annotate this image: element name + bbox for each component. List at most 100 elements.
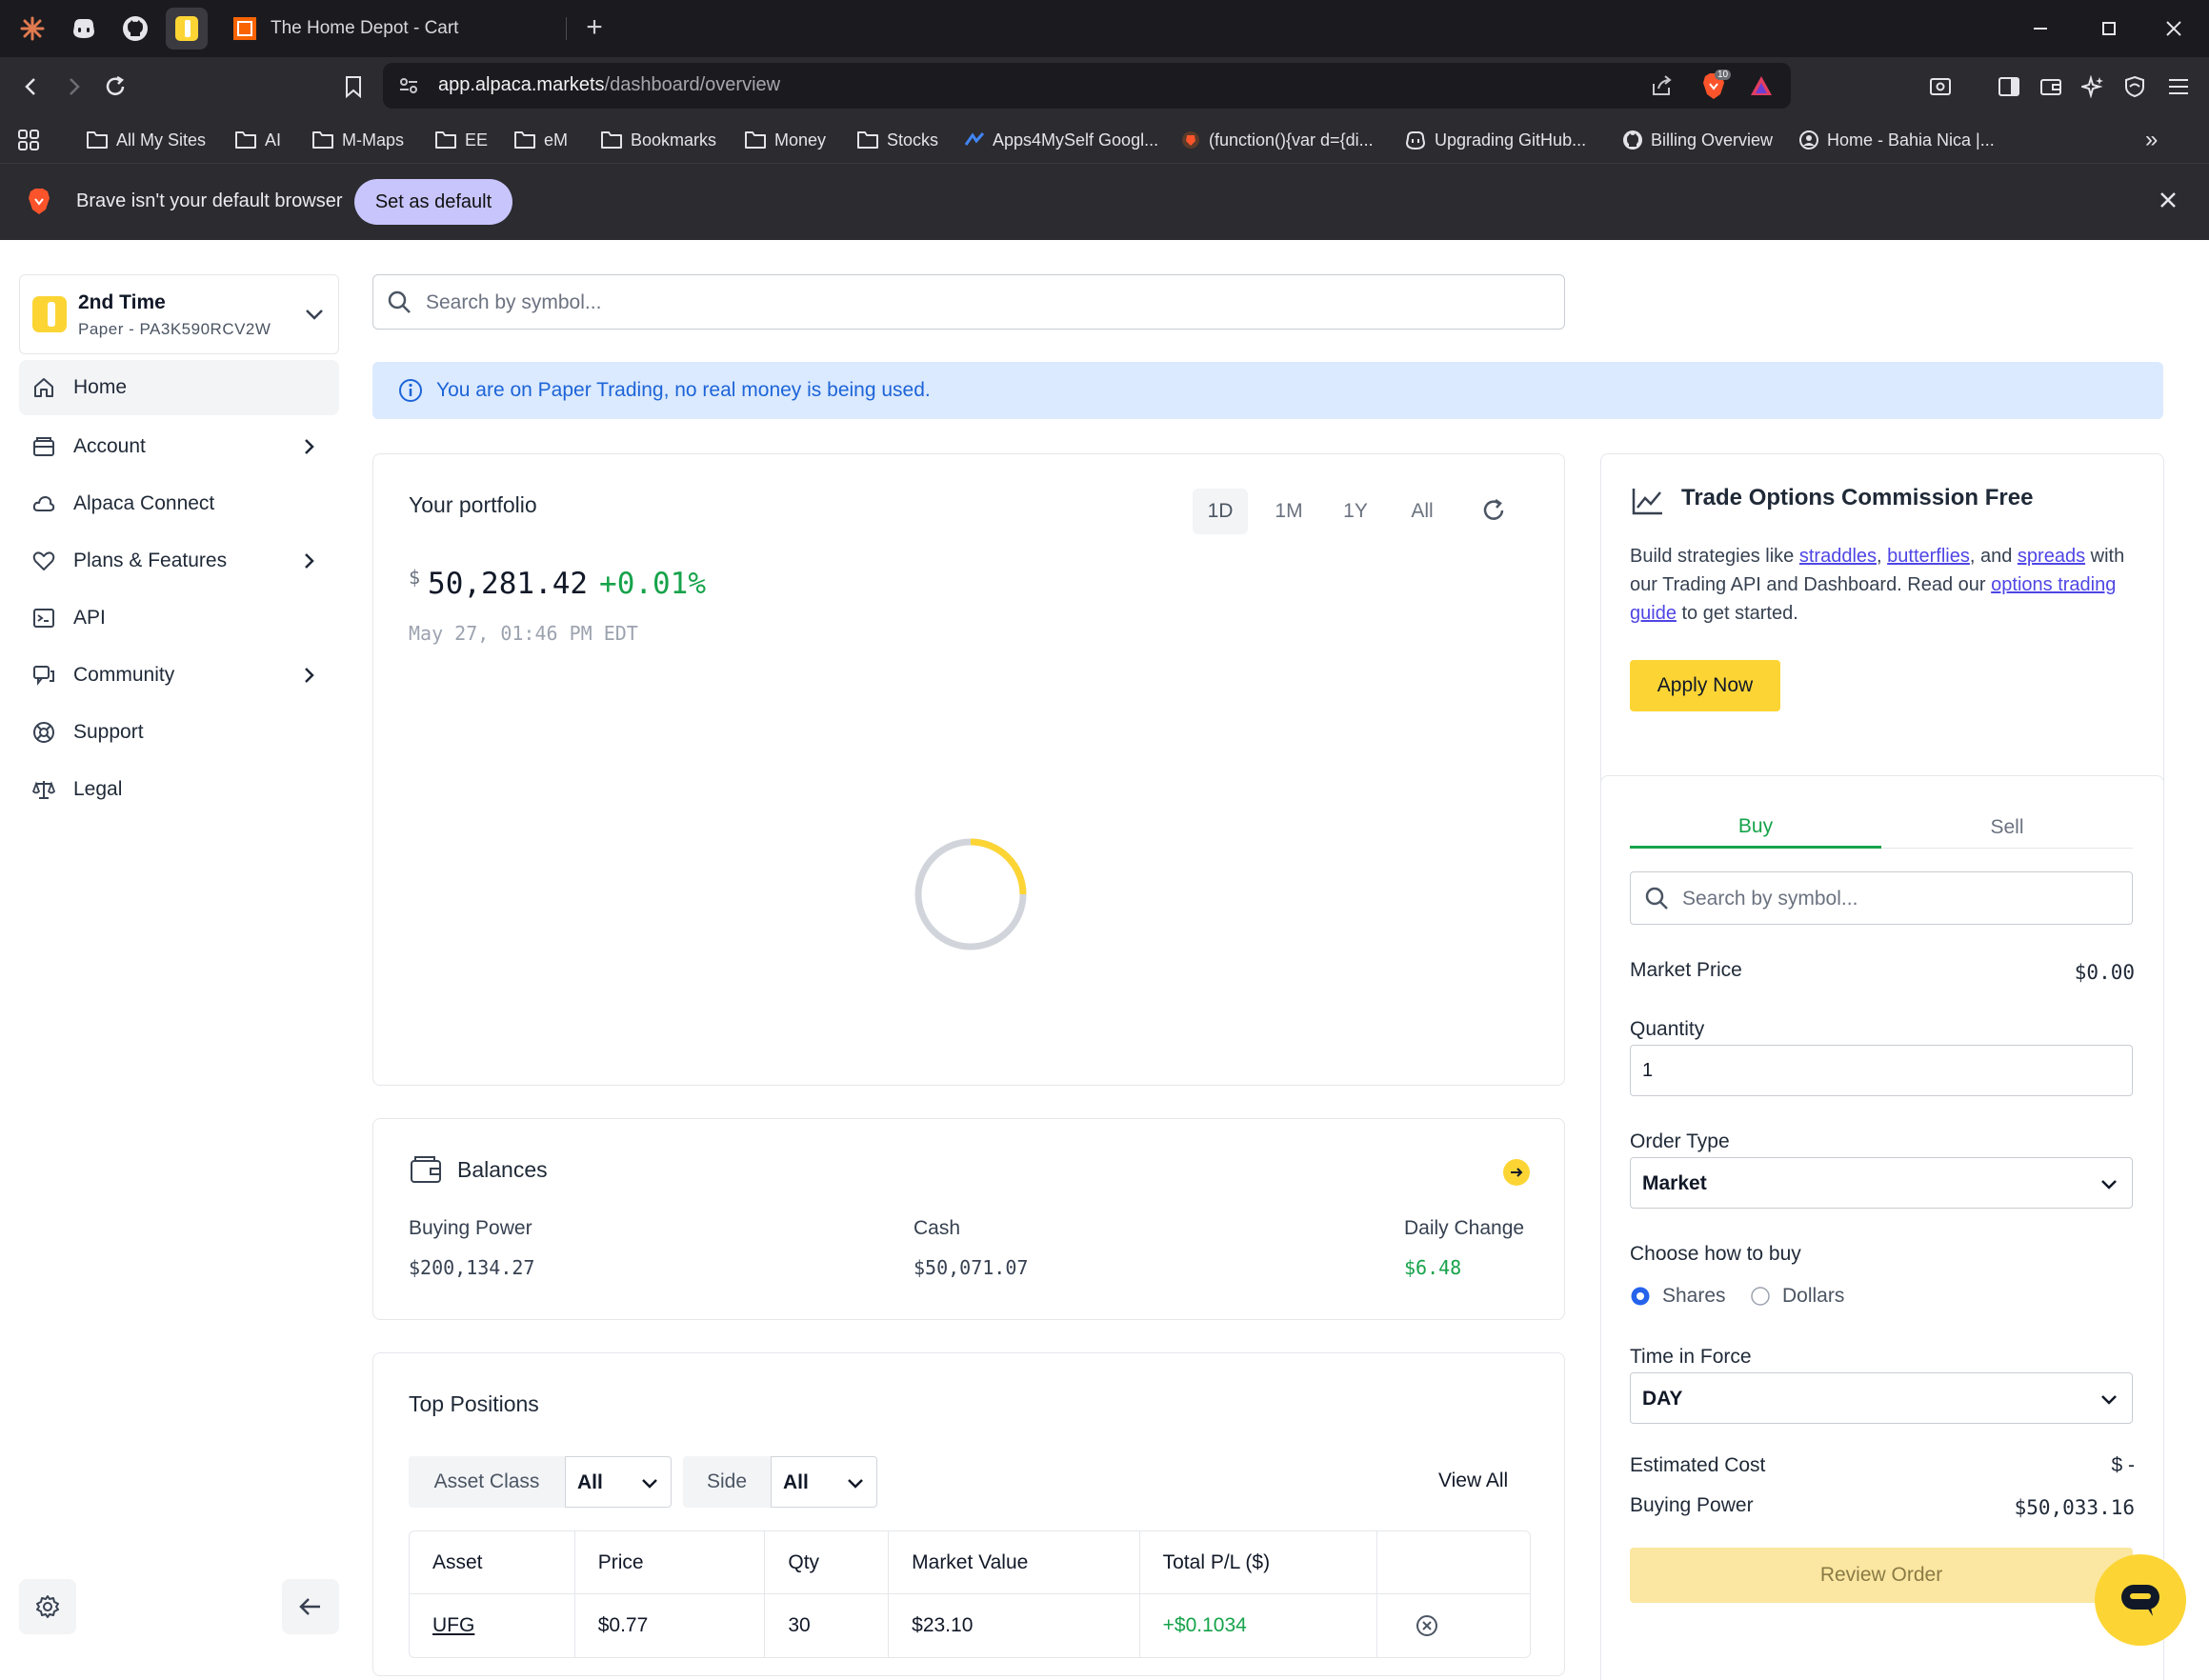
arrow-right-icon <box>70 78 80 95</box>
range-button-all[interactable]: All <box>1395 489 1450 534</box>
bookmark-item[interactable]: Upgrading GitHub... <box>1404 128 1586 152</box>
account-switcher[interactable]: 2nd Time Paper - PA3K590RCV2W <box>19 274 339 354</box>
bookmark-label: Upgrading GitHub... <box>1435 130 1587 150</box>
pinned-tab-copilot[interactable] <box>63 8 105 50</box>
close-window-button[interactable] <box>2145 10 2202 48</box>
brave-icon <box>1180 130 1201 150</box>
forward-button[interactable] <box>53 67 93 107</box>
sidebar-item-alpaca-connect[interactable]: Alpaca Connect <box>19 476 339 531</box>
bookmark-item[interactable]: Billing Overview <box>1622 128 1773 152</box>
wallet-button[interactable] <box>2031 67 2071 107</box>
asset-class-select[interactable]: All <box>565 1456 672 1508</box>
refresh-button[interactable] <box>1479 496 1510 527</box>
sidebar-item-legal[interactable]: Legal <box>19 762 339 817</box>
brave-rewards-icon[interactable] <box>1749 74 1774 97</box>
collapse-sidebar-button[interactable] <box>282 1579 339 1634</box>
cash-value: $50,071.07 <box>914 1256 1029 1279</box>
trade-symbol-search-input[interactable]: Search by symbol... <box>1630 871 2133 925</box>
bookmark-item[interactable]: EE <box>434 128 488 152</box>
sidebar-item-community[interactable]: Community <box>19 648 339 703</box>
pinned-tab-alpaca[interactable] <box>166 8 208 50</box>
quantity-input[interactable] <box>1630 1045 2133 1096</box>
pinned-tab-claude[interactable] <box>11 8 53 50</box>
sidebar-toggle-button[interactable] <box>1989 67 2029 107</box>
balances-details-button[interactable] <box>1503 1159 1530 1186</box>
spreads-link[interactable]: spreads <box>2018 546 2085 567</box>
reload-button[interactable] <box>95 67 135 107</box>
gear-icon <box>36 1595 59 1618</box>
daily-change-value: $6.48 <box>1404 1256 1462 1279</box>
brave-shields-button[interactable]: 10 <box>1701 70 1732 100</box>
minimize-button[interactable] <box>2012 10 2069 48</box>
bookmark-item[interactable]: All My Sites <box>86 128 206 152</box>
bookmark-item[interactable]: Money <box>744 128 826 152</box>
asset-class-filter-label: Asset Class <box>409 1456 565 1508</box>
pinned-tab-github[interactable] <box>114 8 156 50</box>
github-icon <box>1622 130 1643 150</box>
promo-text: , and <box>1969 546 2018 567</box>
bookmark-item[interactable]: Apps4MySelf Googl... <box>964 128 1158 152</box>
sidebar-item-support[interactable]: Support <box>19 705 339 760</box>
new-tab-button[interactable]: + <box>577 11 612 46</box>
bookmark-item[interactable]: AI <box>234 128 281 152</box>
tab-buy[interactable]: Buy <box>1630 807 1881 849</box>
screenshot-button[interactable] <box>1920 67 1960 107</box>
bookmark-item[interactable]: M-Maps <box>311 128 404 152</box>
apply-now-button[interactable]: Apply Now <box>1630 660 1780 711</box>
straddles-link[interactable]: straddles <box>1799 546 1877 567</box>
sidebar-item-account[interactable]: Account <box>19 419 339 474</box>
position-symbol-link[interactable]: UFG <box>432 1614 474 1636</box>
bookmark-item[interactable]: Stocks <box>856 128 938 152</box>
menu-button[interactable] <box>2159 67 2199 107</box>
bookmark-button[interactable] <box>333 67 373 107</box>
infobar-close-button[interactable] <box>2159 190 2181 213</box>
address-bar[interactable]: app.alpaca.markets/dashboard/overview 10 <box>383 63 1791 109</box>
account-name: 2nd Time <box>78 291 166 313</box>
apps-button[interactable] <box>17 128 40 152</box>
options-promo-body: Build strategies like straddles, butterf… <box>1630 542 2135 628</box>
set-default-button[interactable]: Set as default <box>354 179 512 225</box>
notice-text: You are on Paper Trading, no real money … <box>436 379 931 401</box>
chevron-down-icon <box>642 1479 657 1489</box>
tab-home-depot[interactable]: The Home Depot - Cart <box>225 8 568 50</box>
time-in-force-select[interactable]: DAY <box>1630 1372 2133 1424</box>
bookmark-label: Money <box>774 130 827 150</box>
portfolio-value-number: 50,281.42 <box>428 567 589 601</box>
back-button[interactable] <box>11 67 51 107</box>
range-button-1y[interactable]: 1Y <box>1328 489 1383 534</box>
bookmark-item[interactable]: (function(){var d={di... <box>1180 128 1374 152</box>
tab-sell[interactable]: Sell <box>1881 807 2133 849</box>
settings-button[interactable] <box>19 1579 76 1634</box>
maximize-button[interactable] <box>2080 10 2138 48</box>
range-button-1d[interactable]: 1D <box>1193 489 1248 534</box>
vpn-button[interactable] <box>2115 67 2155 107</box>
bookmark-item[interactable]: Home - Bahia Nica |... <box>1798 128 1995 152</box>
alpaca-logo-icon <box>175 16 198 41</box>
bookmark-item[interactable]: Bookmarks <box>600 128 716 152</box>
bookmark-item[interactable]: eM <box>513 128 568 152</box>
side-select[interactable]: All <box>771 1456 877 1508</box>
table-row[interactable]: UFG $0.77 30 $23.10 +$0.1034 <box>410 1594 1530 1657</box>
leo-ai-button[interactable] <box>2073 67 2113 107</box>
support-chat-button[interactable] <box>2095 1554 2186 1646</box>
shares-radio[interactable]: Shares <box>1630 1285 1726 1308</box>
column-header <box>1377 1531 1530 1594</box>
dollars-radio[interactable]: Dollars <box>1750 1285 1844 1308</box>
chevron-right-icon <box>305 553 314 569</box>
range-button-1m[interactable]: 1M <box>1261 489 1316 534</box>
bookmark-label: eM <box>544 130 569 150</box>
more-bookmarks-button[interactable]: » <box>2145 127 2158 152</box>
bookmark-label: AI <box>265 130 282 150</box>
order-type-select[interactable]: Market <box>1630 1157 2133 1209</box>
column-header: Total P/L ($) <box>1139 1531 1378 1594</box>
promo-text: to get started. <box>1676 603 1798 624</box>
view-all-positions-button[interactable]: View All <box>1438 1470 1508 1492</box>
share-icon[interactable] <box>1650 74 1673 97</box>
sidebar-item-plans-features[interactable]: Plans & Features <box>19 533 339 589</box>
review-order-button[interactable]: Review Order <box>1630 1548 2133 1603</box>
butterflies-link[interactable]: butterflies <box>1887 546 1970 567</box>
close-circle-icon[interactable] <box>1416 1614 1438 1637</box>
symbol-search-input[interactable]: Search by symbol... <box>372 274 1565 330</box>
sidebar-item-home[interactable]: Home <box>19 360 339 415</box>
sidebar-item-api[interactable]: API <box>19 590 339 646</box>
